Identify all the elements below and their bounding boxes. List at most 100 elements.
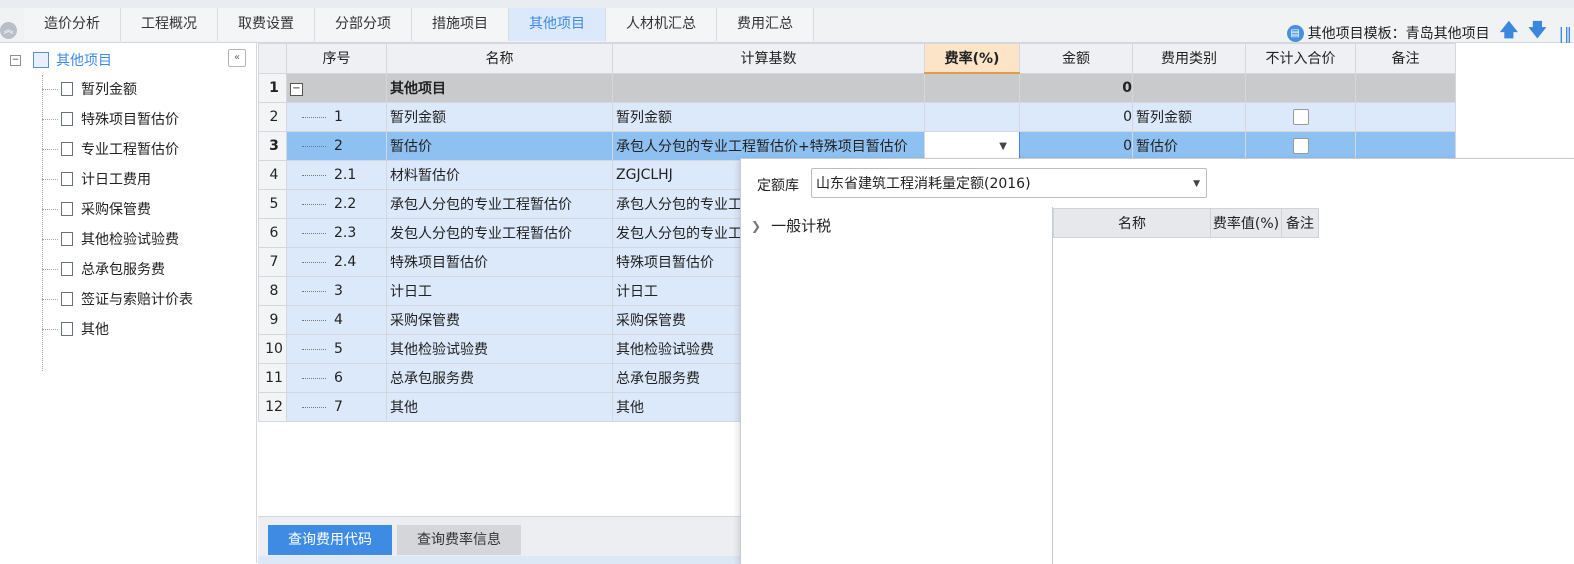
seq-cell[interactable]: 6 — [286, 363, 387, 393]
collapse-row-icon[interactable]: − — [290, 83, 303, 97]
note-cell[interactable] — [1355, 72, 1456, 103]
seq-cell[interactable]: 2.1 — [286, 160, 387, 190]
dropdown-caret-icon[interactable]: ▼ — [999, 141, 1007, 152]
rate-value-header[interactable]: 费率值(%) — [1210, 208, 1282, 238]
note-cell[interactable] — [1355, 131, 1456, 161]
rate-cell[interactable] — [924, 72, 1020, 103]
rate-header[interactable]: 费率(%) — [924, 43, 1020, 74]
tab-7[interactable]: 费用汇总 — [717, 8, 814, 41]
seq-cell[interactable]: 2 — [286, 131, 387, 161]
rate-cell[interactable] — [924, 102, 1020, 132]
name-cell[interactable]: 暂列金额 — [386, 102, 613, 132]
category-cell[interactable] — [1132, 72, 1246, 103]
name-cell[interactable]: 其他检验试验费 — [386, 334, 613, 364]
tree-root-node[interactable]: − 其他项目 — [10, 50, 112, 70]
name-cell[interactable]: 特殊项目暂估价 — [386, 247, 613, 277]
tree-connector — [42, 118, 58, 120]
category-header[interactable]: 费用类别 — [1132, 43, 1246, 74]
category-cell[interactable]: 暂估价 — [1132, 131, 1246, 161]
query-rate-info-tab[interactable]: 查询费率信息 — [397, 525, 521, 555]
seq-cell[interactable]: − — [286, 72, 387, 103]
row-number: 3 — [258, 131, 287, 161]
seq-cell[interactable]: 7 — [286, 392, 387, 422]
amount-header[interactable]: 金额 — [1019, 43, 1133, 74]
tab-4[interactable]: 措施项目 — [412, 8, 509, 41]
seq-cell[interactable]: 4 — [286, 305, 387, 335]
exclude-cell[interactable] — [1245, 102, 1356, 132]
exclude-header[interactable]: 不计入合价 — [1245, 43, 1356, 74]
name-cell[interactable]: 其他 — [386, 392, 613, 422]
tree-item-2[interactable]: 专业工程暂估价 — [42, 139, 179, 159]
row-number: 8 — [258, 276, 287, 306]
tree-item-0[interactable]: 暂列金额 — [42, 79, 137, 99]
tab-5[interactable]: 其他项目 — [509, 8, 606, 41]
note-header[interactable]: 备注 — [1355, 43, 1456, 74]
exclude-checkbox[interactable] — [1292, 109, 1309, 125]
seq-header[interactable]: 序号 — [286, 43, 387, 74]
tree-item-5[interactable]: 其他检验试验费 — [42, 229, 179, 249]
main-tab-bar: ︽ 造价分析 工程概况 取费设置 分部分项 措施项目 其他项目 人材机汇总 费用汇总 ▤ 其他… — [0, 8, 1574, 43]
template-label: 其他项目模板：青岛其他项目 — [1307, 26, 1490, 42]
tab-3[interactable]: 分部分项 — [315, 8, 412, 41]
amount-cell[interactable]: 0 — [1019, 131, 1133, 161]
rate-name-header[interactable]: 名称 — [1053, 208, 1211, 238]
tree-item-1[interactable]: 特殊项目暂估价 — [42, 109, 179, 129]
move-up-arrow-icon[interactable]: 🡅 — [1500, 18, 1519, 48]
collapse-panel-icon[interactable]: « — [228, 49, 246, 67]
name-cell[interactable]: 计日工 — [386, 276, 613, 306]
seq-cell[interactable]: 2.4 — [286, 247, 387, 277]
rate-dropdown-cell[interactable]: ▼ — [924, 131, 1020, 161]
tree-item-label: 其他检验试验费 — [81, 232, 179, 248]
table-row[interactable]: 1− 其他项目 0 — [258, 72, 1456, 103]
exclude-cell[interactable] — [1245, 72, 1356, 103]
base-cell[interactable]: 暂列金额 — [612, 102, 925, 132]
tab-6[interactable]: 人材机汇总 — [606, 8, 717, 41]
chevron-down-icon[interactable]: ▼ — [1193, 169, 1200, 199]
exclude-checkbox[interactable] — [1292, 138, 1309, 154]
tab-1[interactable]: 工程概况 — [121, 8, 218, 41]
tree-connector — [42, 298, 58, 300]
tree-item-7[interactable]: 签证与索赔计价表 — [42, 289, 193, 309]
column-settings-icon[interactable]: |‖ — [1559, 24, 1572, 43]
name-header[interactable]: 名称 — [386, 43, 613, 74]
name-cell[interactable]: 暂估价 — [386, 131, 613, 161]
table-row[interactable]: 3 2 暂估价 承包人分包的专业工程暂估价+特殊项目暂估价 ▼ 0 暂估价 — [258, 131, 1456, 161]
tree-connector — [302, 290, 326, 292]
category-cell[interactable]: 暂列金额 — [1132, 102, 1246, 132]
tree-collapse-icon[interactable]: − — [10, 54, 21, 66]
name-cell[interactable]: 采购保管费 — [386, 305, 613, 335]
move-down-arrow-icon[interactable]: 🡇 — [1528, 18, 1547, 48]
base-cell[interactable]: 承包人分包的专业工程暂估价+特殊项目暂估价 — [612, 131, 925, 161]
tree-item-6[interactable]: 总承包服务费 — [42, 259, 165, 279]
tab-2[interactable]: 取费设置 — [218, 8, 315, 41]
quota-library-select[interactable]: 山东省建筑工程消耗量定额(2016) ▼ — [811, 168, 1207, 198]
seq-cell[interactable]: 1 — [286, 102, 387, 132]
amount-cell[interactable]: 0 — [1019, 72, 1133, 103]
exclude-cell[interactable] — [1245, 131, 1356, 161]
seq-cell[interactable]: 5 — [286, 334, 387, 364]
amount-cell[interactable]: 0 — [1019, 102, 1133, 132]
tax-tree-item[interactable]: ❯ 一般计税 — [751, 215, 831, 236]
tab-0[interactable]: 造价分析 — [24, 8, 121, 41]
chevron-right-icon[interactable]: ❯ — [751, 219, 761, 233]
name-cell[interactable]: 其他项目 — [386, 72, 613, 103]
rate-note-header[interactable]: 备注 — [1281, 208, 1319, 238]
name-cell[interactable]: 承包人分包的专业工程暂估价 — [386, 189, 613, 219]
tree-item-3[interactable]: 计日工费用 — [42, 169, 151, 189]
name-cell[interactable]: 总承包服务费 — [386, 363, 613, 393]
base-header[interactable]: 计算基数 — [612, 43, 925, 74]
seq-value: 2.4 — [334, 254, 357, 270]
name-cell[interactable]: 发包人分包的专业工程暂估价 — [386, 218, 613, 248]
tree-item-8[interactable]: 其他 — [42, 319, 109, 339]
collapse-up-icon[interactable]: ︽ — [0, 22, 17, 39]
base-cell[interactable] — [612, 72, 925, 103]
seq-cell[interactable]: 2.2 — [286, 189, 387, 219]
name-cell[interactable]: 材料暂估价 — [386, 160, 613, 190]
quota-library-label: 定额库 — [757, 178, 799, 194]
seq-cell[interactable]: 3 — [286, 276, 387, 306]
seq-cell[interactable]: 2.3 — [286, 218, 387, 248]
note-cell[interactable] — [1355, 102, 1456, 132]
tree-item-4[interactable]: 采购保管费 — [42, 199, 151, 219]
table-row[interactable]: 2 1 暂列金额 暂列金额 0 暂列金额 — [258, 102, 1456, 132]
query-fee-code-tab[interactable]: 查询费用代码 — [268, 525, 392, 555]
